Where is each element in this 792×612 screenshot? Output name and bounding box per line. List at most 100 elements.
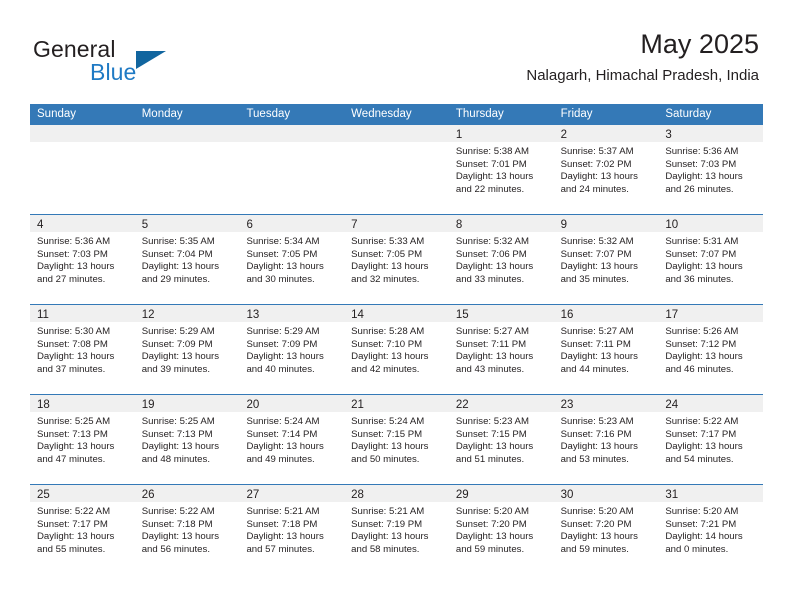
day-number: 12	[141, 309, 155, 321]
calendar-day-cell[interactable]: 16 Sunrise: 5:27 AM Sunset: 7:11 PM Dayligh…	[553, 305, 659, 394]
calendar-day-cell[interactable]: 11 Sunrise: 5:30 AM Sunset: 7:08 PM Dayligh…	[30, 305, 135, 394]
day-detail-line: Daylight: 13 hours	[351, 351, 429, 363]
day-number-band: 6	[239, 215, 345, 232]
day-detail-line: and 29 minutes.	[141, 273, 210, 285]
day-detail-line: Sunset: 7:13 PM	[37, 428, 108, 440]
calendar-day-cell[interactable]: 24 Sunrise: 5:22 AM Sunset: 7:17 PM Dayligh…	[658, 395, 764, 484]
day-detail-line: Daylight: 13 hours	[665, 441, 743, 453]
day-detail-line: and 26 minutes.	[665, 183, 734, 195]
day-detail-line: and 47 minutes.	[37, 453, 106, 465]
calendar-day-cell[interactable]: 5 Sunrise: 5:35 AM Sunset: 7:04 PM Daylight…	[134, 215, 240, 304]
day-detail-line: Sunrise: 5:24 AM	[246, 416, 320, 427]
day-number-band: 17	[658, 305, 764, 322]
day-detail-line: Sunset: 7:03 PM	[37, 248, 108, 260]
day-detail-line: Sunrise: 5:21 AM	[351, 506, 425, 517]
calendar-day-cell[interactable]: 6 Sunrise: 5:34 AM Sunset: 7:05 PM Daylight…	[239, 215, 345, 304]
day-detail-line: Sunrise: 5:21 AM	[246, 506, 320, 517]
day-number-band: 19	[134, 395, 240, 412]
calendar-day-cell[interactable]: 13 Sunrise: 5:29 AM Sunset: 7:09 PM Dayligh…	[239, 305, 345, 394]
day-details: Sunrise: 5:22 AM Sunset: 7:18 PM Daylight:…	[135, 502, 240, 556]
logo-triangle-icon	[136, 51, 166, 69]
day-details: Sunrise: 5:25 AM Sunset: 7:13 PM Daylight:…	[30, 412, 135, 466]
calendar-day-cell[interactable]: 2 Sunrise: 5:37 AM Sunset: 7:02 PM Daylight…	[553, 125, 659, 214]
calendar-day-cell[interactable]: 30 Sunrise: 5:20 AM Sunset: 7:20 PM Dayligh…	[553, 485, 659, 574]
calendar-day-cell[interactable]: 7 Sunrise: 5:33 AM Sunset: 7:05 PM Daylight…	[344, 215, 449, 304]
calendar-day-cell[interactable]: 23 Sunrise: 5:23 AM Sunset: 7:16 PM Dayligh…	[553, 395, 659, 484]
day-number: 10	[665, 219, 679, 231]
day-detail-line: Sunset: 7:03 PM	[665, 158, 737, 170]
general-blue-logo[interactable]: General Blue	[33, 36, 213, 88]
calendar-day-empty	[239, 125, 345, 214]
page-header: General Blue May 2025 Nalagarh, Himachal…	[33, 28, 759, 96]
calendar-day-cell[interactable]: 26 Sunrise: 5:22 AM Sunset: 7:18 PM Dayligh…	[134, 485, 240, 574]
calendar-day-cell[interactable]: 19 Sunrise: 5:25 AM Sunset: 7:13 PM Dayligh…	[134, 395, 240, 484]
day-detail-line: Sunrise: 5:31 AM	[665, 236, 739, 247]
day-details: Sunrise: 5:38 AM Sunset: 7:01 PM Daylight:…	[449, 142, 554, 196]
day-detail-line: Sunset: 7:06 PM	[455, 248, 527, 260]
day-detail-line: Sunrise: 5:30 AM	[37, 326, 111, 337]
day-number: 9	[560, 219, 567, 231]
calendar-day-cell[interactable]: 17 Sunrise: 5:26 AM Sunset: 7:12 PM Dayligh…	[658, 305, 764, 394]
calendar-day-cell[interactable]: 22 Sunrise: 5:23 AM Sunset: 7:15 PM Dayligh…	[448, 395, 554, 484]
day-details: Sunrise: 5:27 AM Sunset: 7:11 PM Daylight:…	[449, 322, 554, 376]
day-detail-line: Sunrise: 5:25 AM	[37, 416, 111, 427]
day-details: Sunrise: 5:24 AM Sunset: 7:14 PM Daylight:…	[239, 412, 344, 466]
day-detail-line: Sunrise: 5:35 AM	[141, 236, 215, 247]
calendar-day-cell[interactable]: 29 Sunrise: 5:20 AM Sunset: 7:20 PM Dayligh…	[448, 485, 554, 574]
day-number: 28	[351, 489, 364, 501]
calendar-day-empty	[344, 125, 449, 214]
calendar-day-cell[interactable]: 27 Sunrise: 5:21 AM Sunset: 7:18 PM Dayligh…	[239, 485, 345, 574]
calendar-day-cell[interactable]: 3 Sunrise: 5:36 AM Sunset: 7:03 PM Daylight…	[658, 125, 764, 214]
day-detail-line: Daylight: 13 hours	[141, 351, 220, 363]
day-detail-line: Sunrise: 5:25 AM	[141, 416, 215, 427]
day-detail-line: Daylight: 13 hours	[246, 441, 324, 453]
calendar-day-cell[interactable]: 20 Sunrise: 5:24 AM Sunset: 7:14 PM Dayligh…	[239, 395, 345, 484]
day-detail-line: Sunrise: 5:29 AM	[141, 326, 215, 337]
day-details: Sunrise: 5:28 AM Sunset: 7:10 PM Daylight:…	[344, 322, 449, 376]
calendar-day-cell[interactable]: 12 Sunrise: 5:29 AM Sunset: 7:09 PM Dayligh…	[134, 305, 240, 394]
day-number: 3	[665, 129, 672, 141]
day-detail-line: and 40 minutes.	[246, 363, 315, 375]
day-detail-line: Sunset: 7:07 PM	[560, 248, 632, 260]
day-detail-line: Sunset: 7:09 PM	[246, 338, 318, 350]
calendar-day-cell[interactable]: 15 Sunrise: 5:27 AM Sunset: 7:11 PM Dayligh…	[448, 305, 554, 394]
day-detail-line: Sunset: 7:08 PM	[37, 338, 108, 350]
day-detail-line: and 59 minutes.	[560, 543, 629, 555]
day-detail-line: Sunset: 7:04 PM	[141, 248, 213, 260]
calendar-day-cell[interactable]: 31 Sunrise: 5:20 AM Sunset: 7:21 PM Dayligh…	[658, 485, 764, 574]
day-detail-line: Sunset: 7:18 PM	[246, 518, 318, 530]
logo-text-blue: Blue	[90, 59, 137, 85]
day-details: Sunrise: 5:20 AM Sunset: 7:20 PM Daylight:…	[449, 502, 554, 556]
calendar-day-cell[interactable]: 18 Sunrise: 5:25 AM Sunset: 7:13 PM Dayligh…	[30, 395, 135, 484]
day-number: 16	[560, 309, 574, 321]
day-number-band: 28	[344, 485, 449, 502]
day-detail-line: Daylight: 13 hours	[665, 261, 743, 273]
day-number-band	[134, 125, 240, 142]
day-details: Sunrise: 5:32 AM Sunset: 7:07 PM Daylight:…	[554, 232, 659, 286]
calendar-day-cell[interactable]: 14 Sunrise: 5:28 AM Sunset: 7:10 PM Dayligh…	[344, 305, 449, 394]
calendar-day-cell[interactable]: 21 Sunrise: 5:24 AM Sunset: 7:15 PM Dayligh…	[344, 395, 449, 484]
calendar-day-cell[interactable]: 10 Sunrise: 5:31 AM Sunset: 7:07 PM Dayligh…	[658, 215, 764, 304]
calendar-day-cell[interactable]: 4 Sunrise: 5:36 AM Sunset: 7:03 PM Daylight…	[30, 215, 135, 304]
calendar-day-cell[interactable]: 28 Sunrise: 5:21 AM Sunset: 7:19 PM Dayligh…	[344, 485, 449, 574]
day-details: Sunrise: 5:34 AM Sunset: 7:05 PM Daylight:…	[239, 232, 344, 286]
calendar-day-cell[interactable]: 8 Sunrise: 5:32 AM Sunset: 7:06 PM Daylight…	[448, 215, 554, 304]
day-number: 1	[455, 129, 463, 141]
day-detail-line: Sunrise: 5:20 AM	[455, 506, 529, 517]
day-number-band: 23	[553, 395, 659, 412]
day-detail-line: and 39 minutes.	[141, 363, 210, 375]
day-detail-line: Sunrise: 5:36 AM	[37, 236, 111, 247]
day-number: 27	[246, 489, 260, 501]
calendar-day-cell[interactable]: 25 Sunrise: 5:22 AM Sunset: 7:17 PM Dayligh…	[30, 485, 135, 574]
day-detail-line: Sunrise: 5:20 AM	[665, 506, 739, 517]
day-number-band: 2	[553, 125, 659, 142]
day-detail-line: and 51 minutes.	[455, 453, 525, 465]
day-detail-line: and 43 minutes.	[455, 363, 525, 375]
calendar-day-cell[interactable]: 9 Sunrise: 5:32 AM Sunset: 7:07 PM Daylight…	[553, 215, 659, 304]
day-detail-line: and 22 minutes.	[455, 183, 525, 195]
day-detail-line: and 57 minutes.	[246, 543, 315, 555]
calendar-day-cell[interactable]: 1 Sunrise: 5:38 AM Sunset: 7:01 PM Daylight…	[448, 125, 554, 214]
day-detail-line: Sunrise: 5:22 AM	[665, 416, 739, 427]
day-details: Sunrise: 5:32 AM Sunset: 7:06 PM Daylight:…	[449, 232, 554, 286]
day-number-band: 14	[344, 305, 449, 322]
